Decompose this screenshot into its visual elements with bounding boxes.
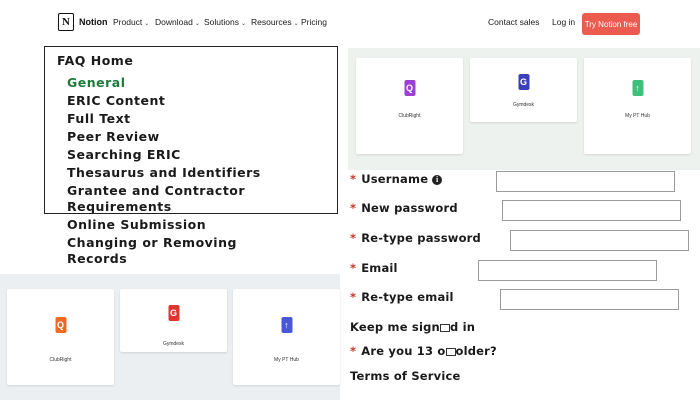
nav-solutions[interactable]: Solutions ⌄ — [204, 17, 246, 27]
terms-of-service-link[interactable]: Terms of Service — [350, 369, 461, 383]
faq-home-link[interactable]: FAQ Home — [57, 53, 133, 68]
info-icon[interactable]: i — [432, 175, 443, 185]
app-name: Gymdesk — [162, 341, 185, 347]
gymdesk-logo-icon: G — [168, 305, 179, 321]
app-card-clubright[interactable]: Q ClubRight — [7, 289, 114, 385]
new-password-input[interactable] — [502, 200, 681, 221]
chevron-down-icon: ⌄ — [144, 21, 150, 27]
app-card-gymdesk[interactable]: G Gymdesk — [470, 58, 577, 122]
app-card-my-pt-hub[interactable]: ↑ My PT Hub — [584, 58, 691, 154]
new-password-label: * New password — [350, 201, 458, 215]
required-asterisk: * — [350, 261, 357, 275]
email-input[interactable] — [478, 260, 657, 281]
nav-solutions-label: Solutions — [204, 17, 239, 27]
username-label-text: Username — [361, 172, 429, 186]
app-name: My PT Hub — [625, 113, 650, 119]
nav-pricing[interactable]: Pricing — [301, 17, 327, 27]
integrations-panel-top: Q ClubRight G Gymdesk ↑ My PT Hub — [348, 48, 700, 170]
top-nav: N Notion Product ⌄ Download ⌄ Solutions ⌄ R… — [0, 0, 700, 46]
my-pt-hub-logo-icon: ↑ — [281, 317, 292, 333]
notion-logo[interactable]: N Notion — [58, 13, 108, 31]
retype-email-label: * Re-type email — [350, 290, 454, 304]
contact-sales-link[interactable]: Contact sales — [488, 17, 540, 27]
faq-link-changing-removing[interactable]: Changing or Removing — [67, 235, 237, 250]
nav-download-label: Download — [155, 17, 193, 27]
app-card-my-pt-hub[interactable]: ↑ My PT Hub — [233, 289, 340, 385]
faq-link-online-submission[interactable]: Online Submission — [67, 217, 206, 232]
faq-link-grantee[interactable]: Grantee and Contractor — [67, 183, 245, 198]
keep-signed-in-row: Keep me sign d in — [350, 320, 475, 334]
clubright-logo-icon: Q — [404, 80, 415, 96]
chevron-down-icon: ⌄ — [240, 21, 246, 27]
chevron-down-icon: ⌄ — [194, 21, 200, 27]
my-pt-hub-logo-icon: ↑ — [632, 80, 643, 96]
app-card-clubright[interactable]: Q ClubRight — [356, 58, 463, 154]
keep-signed-in-text-end: d in — [449, 320, 476, 334]
required-asterisk: * — [350, 201, 357, 215]
faq-link-searching-eric[interactable]: Searching ERIC — [67, 147, 181, 162]
keep-signed-in-text: Keep me sign — [350, 320, 440, 334]
nav-download[interactable]: Download ⌄ — [155, 17, 200, 27]
email-label: * Email — [350, 261, 398, 275]
retype-email-input[interactable] — [500, 289, 679, 310]
faq-link-full-text[interactable]: Full Text — [67, 111, 131, 126]
age-confirm-row: * Are you 13 o older? — [350, 344, 497, 358]
faq-link-thesaurus[interactable]: Thesaurus and Identifiers — [67, 165, 261, 180]
username-label: * Username i — [350, 172, 443, 186]
faq-link-peer-review[interactable]: Peer Review — [67, 129, 160, 144]
nav-product[interactable]: Product ⌄ — [113, 17, 149, 27]
required-asterisk: * — [350, 344, 357, 358]
login-link[interactable]: Log in — [552, 17, 575, 27]
retype-password-label: * Re-type password — [350, 231, 481, 245]
gymdesk-logo-icon: G — [518, 74, 529, 90]
app-card-gymdesk[interactable]: G Gymdesk — [120, 289, 227, 352]
retype-password-label-text: Re-type password — [361, 231, 481, 245]
faq-link-general[interactable]: General — [67, 75, 126, 90]
app-name: ClubRight — [398, 113, 421, 119]
retype-email-label-text: Re-type email — [361, 290, 454, 304]
integrations-panel-bottom: Q ClubRight G Gymdesk ↑ My PT Hub — [0, 274, 340, 400]
app-name: ClubRight — [49, 357, 72, 363]
faq-link-records[interactable]: Records — [67, 251, 127, 266]
new-password-label-text: New password — [361, 201, 458, 215]
try-notion-free-button[interactable]: Try Notion free — [582, 13, 640, 35]
retype-password-input[interactable] — [510, 230, 689, 251]
age-confirm-text-end: older? — [455, 344, 497, 358]
app-name: Gymdesk — [512, 102, 535, 108]
required-asterisk: * — [350, 172, 357, 186]
faq-link-eric-content[interactable]: ERIC Content — [67, 93, 165, 108]
chevron-down-icon: ⌄ — [293, 21, 299, 27]
age-confirm-text: Are you 13 o — [361, 344, 446, 358]
logo-text: Notion — [79, 17, 108, 27]
clubright-logo-icon: Q — [55, 317, 66, 333]
nav-product-label: Product — [113, 17, 143, 27]
faq-link-requirements[interactable]: Requirements — [67, 199, 172, 214]
notion-logo-icon: N — [58, 13, 74, 31]
username-input[interactable] — [496, 171, 675, 192]
required-asterisk: * — [350, 290, 357, 304]
keep-signed-in-checkbox[interactable] — [439, 324, 450, 332]
email-label-text: Email — [361, 261, 398, 275]
app-name: My PT Hub — [274, 357, 299, 363]
required-asterisk: * — [350, 231, 357, 245]
age-confirm-checkbox[interactable] — [445, 348, 456, 356]
nav-resources-label: Resources — [251, 17, 292, 27]
nav-resources[interactable]: Resources ⌄ — [251, 17, 299, 27]
